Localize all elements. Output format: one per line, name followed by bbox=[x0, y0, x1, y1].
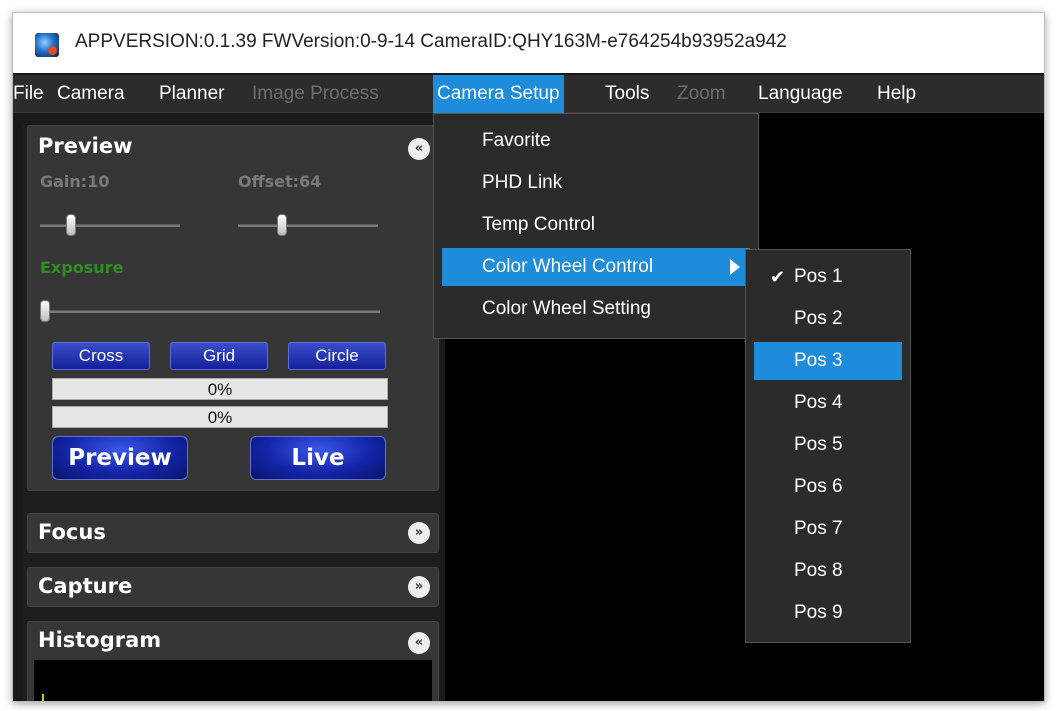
progress-bar-1: 0% bbox=[52, 378, 388, 400]
submenu-item-label: Pos 1 bbox=[794, 266, 843, 287]
menu-item-phd-link[interactable]: PHD Link bbox=[442, 164, 750, 202]
menu-item-color-wheel-setting[interactable]: Color Wheel Setting bbox=[442, 290, 750, 328]
exposure-label: Exposure bbox=[40, 258, 124, 277]
offset-slider-thumb[interactable] bbox=[277, 214, 287, 236]
expand-down-icon[interactable]: » bbox=[408, 522, 430, 544]
menu-help[interactable]: Help bbox=[873, 75, 920, 113]
focus-section[interactable]: Focus » bbox=[27, 513, 439, 553]
gain-slider-track[interactable] bbox=[40, 224, 180, 227]
circle-button[interactable]: Circle bbox=[288, 342, 386, 370]
grid-button[interactable]: Grid bbox=[170, 342, 268, 370]
menu-planner[interactable]: Planner bbox=[155, 75, 229, 113]
check-icon: ✔ bbox=[770, 267, 786, 287]
menu-item-color-wheel-control[interactable]: Color Wheel Control bbox=[442, 248, 750, 286]
submenu-arrow-icon bbox=[730, 259, 740, 275]
live-button[interactable]: Live bbox=[250, 436, 386, 480]
menu-bar: File Camera Planner Image Process Camera… bbox=[13, 75, 1044, 113]
exposure-slider-thumb[interactable] bbox=[40, 300, 50, 322]
submenu-item-pos-4[interactable]: Pos 4 bbox=[754, 384, 902, 422]
collapse-up-icon[interactable]: « bbox=[408, 632, 430, 654]
histogram-marker bbox=[42, 694, 44, 701]
menu-item-color-wheel-control-label: Color Wheel Control bbox=[482, 256, 654, 277]
focus-section-title: Focus bbox=[38, 520, 106, 544]
cross-button[interactable]: Cross bbox=[52, 342, 150, 370]
offset-slider-track[interactable] bbox=[238, 224, 378, 227]
submenu-item-pos-9[interactable]: Pos 9 bbox=[754, 594, 902, 632]
collapse-up-icon[interactable]: « bbox=[408, 138, 430, 160]
gain-slider-thumb[interactable] bbox=[66, 214, 76, 236]
histogram-section-title: Histogram bbox=[38, 628, 162, 652]
menu-tools[interactable]: Tools bbox=[601, 75, 653, 113]
capture-section-title: Capture bbox=[38, 574, 133, 598]
window-title: APPVERSION:0.1.39 FWVersion:0-9-14 Camer… bbox=[75, 31, 787, 52]
control-panel: Preview « Gain:10 Offset:64 Exposure Cro… bbox=[23, 125, 441, 701]
menu-language[interactable]: Language bbox=[754, 75, 847, 113]
expand-down-icon[interactable]: » bbox=[408, 576, 430, 598]
submenu-item-pos-8[interactable]: Pos 8 bbox=[754, 552, 902, 590]
preview-button[interactable]: Preview bbox=[52, 436, 188, 480]
progress-bar-2: 0% bbox=[52, 406, 388, 428]
exposure-slider-track[interactable] bbox=[40, 310, 380, 313]
submenu-item-pos-6[interactable]: Pos 6 bbox=[754, 468, 902, 506]
histogram-section: Histogram « bbox=[27, 621, 439, 701]
menu-item-favorite[interactable]: Favorite bbox=[442, 122, 750, 160]
title-bar: APPVERSION:0.1.39 FWVersion:0-9-14 Camer… bbox=[13, 13, 1044, 73]
app-window: APPVERSION:0.1.39 FWVersion:0-9-14 Camer… bbox=[12, 12, 1045, 702]
menu-zoom[interactable]: Zoom bbox=[673, 75, 730, 113]
menu-camera-setup[interactable]: Camera Setup bbox=[433, 75, 564, 113]
menu-image-process[interactable]: Image Process bbox=[248, 75, 383, 113]
menu-item-temp-control[interactable]: Temp Control bbox=[442, 206, 750, 244]
app-logo-icon bbox=[35, 33, 59, 57]
menu-file[interactable]: File bbox=[13, 75, 48, 113]
offset-label: Offset:64 bbox=[238, 172, 322, 191]
submenu-item-pos-1[interactable]: ✔ Pos 1 bbox=[754, 258, 902, 296]
submenu-item-pos-7[interactable]: Pos 7 bbox=[754, 510, 902, 548]
color-wheel-submenu: ✔ Pos 1 Pos 2 Pos 3 Pos 4 Pos 5 Pos 6 Po… bbox=[745, 249, 911, 643]
histogram-chart bbox=[34, 660, 432, 701]
menu-camera[interactable]: Camera bbox=[53, 75, 129, 113]
gain-label: Gain:10 bbox=[40, 172, 110, 191]
capture-section[interactable]: Capture » bbox=[27, 567, 439, 607]
camera-setup-dropdown: Favorite PHD Link Temp Control Color Whe… bbox=[433, 113, 759, 339]
submenu-item-pos-3[interactable]: Pos 3 bbox=[754, 342, 902, 380]
preview-section-title: Preview bbox=[38, 134, 133, 158]
preview-section: Preview « Gain:10 Offset:64 Exposure Cro… bbox=[27, 125, 439, 491]
submenu-item-pos-2[interactable]: Pos 2 bbox=[754, 300, 902, 338]
submenu-item-pos-5[interactable]: Pos 5 bbox=[754, 426, 902, 464]
